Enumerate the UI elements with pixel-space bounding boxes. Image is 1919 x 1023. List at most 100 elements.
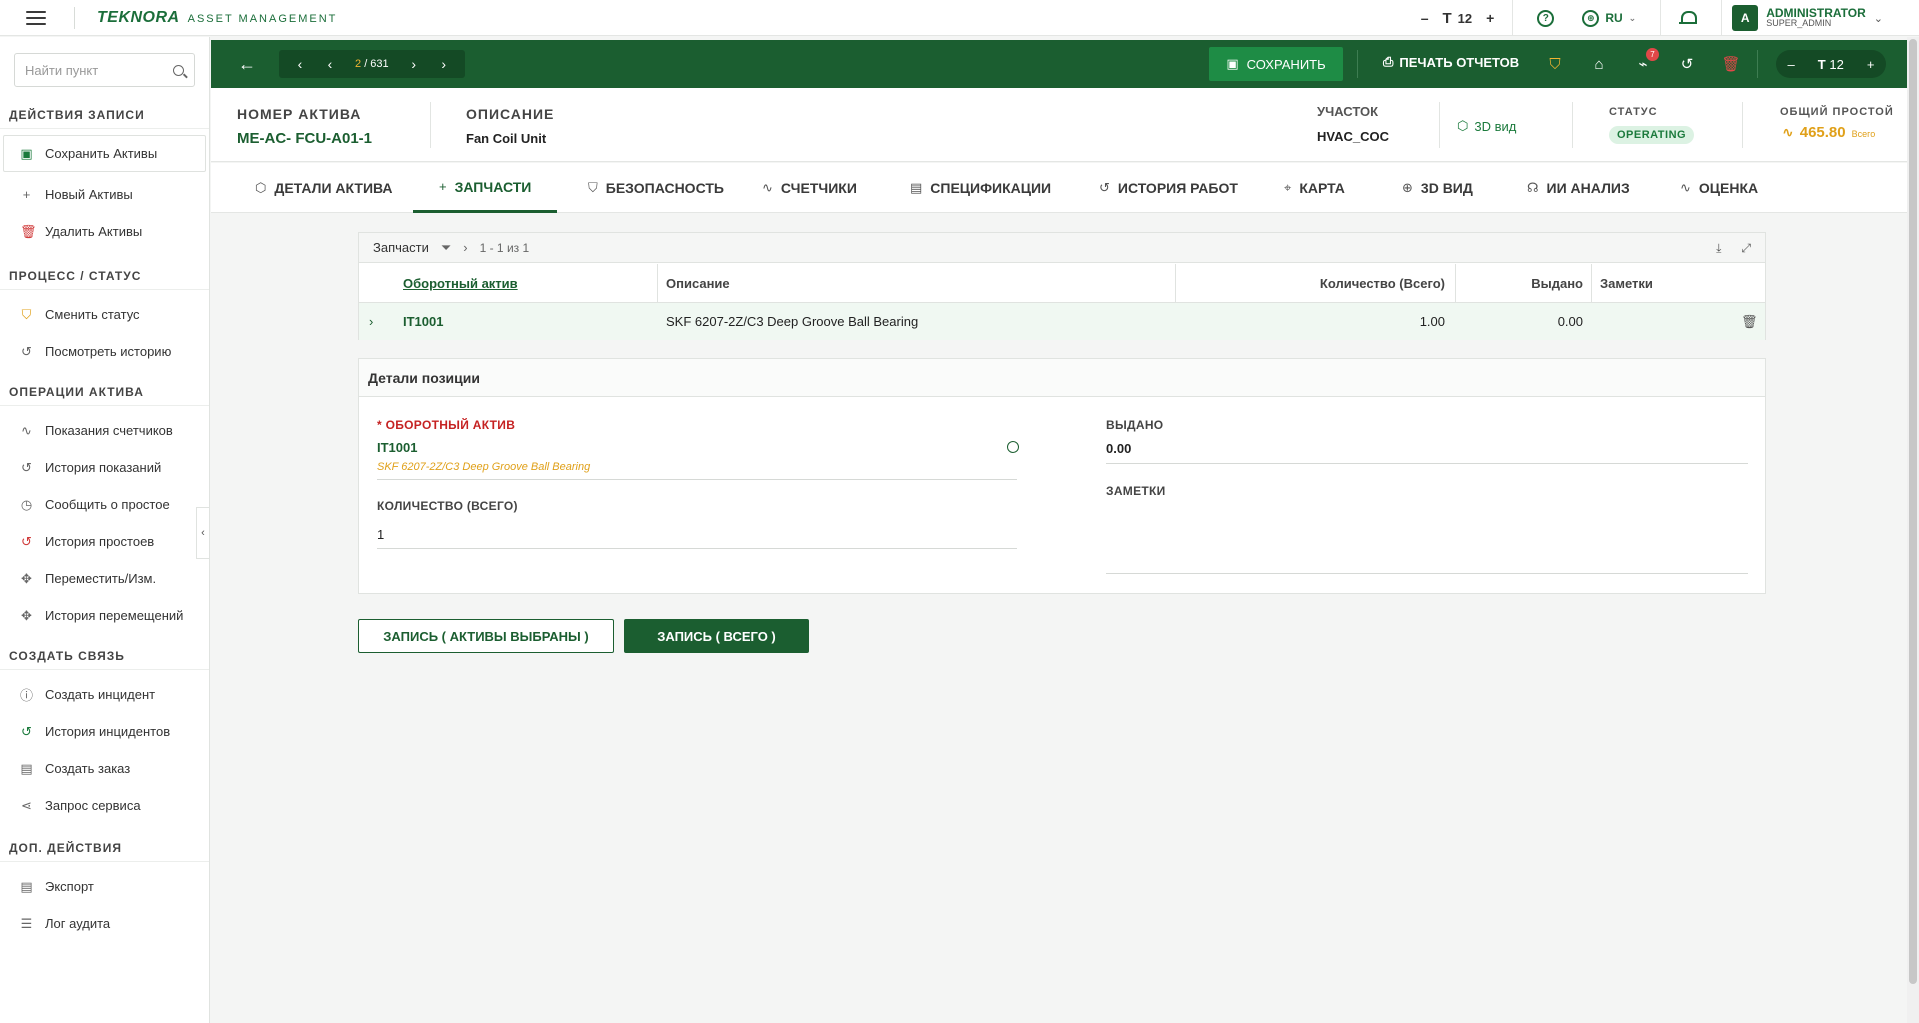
sidebar-item-incident-history[interactable]: ↺ История инцидентов [0, 713, 209, 750]
cell-issued: 0.00 [1557, 314, 1583, 329]
tab-3d-view[interactable]: ⊕ 3D ВИД [1402, 163, 1473, 213]
chevron-down-icon: ⌄ [1873, 12, 1883, 25]
brain-icon: ☊ [1527, 180, 1539, 195]
tab-specifications[interactable]: ▤ СПЕЦИФИКАЦИИ [910, 163, 1051, 213]
expand-icon[interactable]: ⤢ [1741, 241, 1751, 256]
font-decrease-button[interactable]: – [1413, 10, 1437, 26]
sidebar-item-move[interactable]: ✥ Переместить/Изм. [0, 560, 209, 597]
activity-icon: ∿ [21, 422, 32, 438]
trash-icon: 🗑 [20, 223, 37, 239]
download-icon[interactable]: ⤓ [1716, 241, 1721, 256]
column-header-description[interactable]: Описание [666, 264, 730, 302]
save-button[interactable]: ▣ СОХРАНИТЬ [1209, 47, 1343, 81]
notes-field[interactable] [1106, 507, 1748, 567]
divider [1757, 50, 1758, 78]
save-all-button[interactable]: ЗАПИСЬ ( ВСЕГО ) [624, 619, 809, 653]
row-expand-icon[interactable]: › [369, 303, 373, 341]
sidebar-collapse-button[interactable]: ‹ [196, 507, 210, 559]
next-record-button[interactable]: › [399, 56, 429, 72]
view-3d-link[interactable]: ⬡ 3D вид [1457, 118, 1516, 134]
scrollbar-thumb[interactable] [1909, 39, 1917, 984]
issued-field[interactable]: 0.00 [1106, 441, 1131, 456]
prev-record-button[interactable]: ‹ [315, 56, 345, 72]
sidebar-item-label: Сообщить о простое [45, 497, 170, 512]
grid-count: 1 - 1 из 1 [479, 240, 530, 255]
sidebar-item-view-history[interactable]: ↺ Посмотреть историю [0, 333, 209, 370]
last-record-button[interactable]: › [429, 56, 459, 72]
sidebar-item-audit-log[interactable]: ☰ Лог аудита [0, 905, 209, 942]
column-header-asset[interactable]: Оборотный актив [403, 264, 518, 302]
sidebar-item-meter-readings[interactable]: ∿ Показания счетчиков [0, 412, 209, 449]
grid-title: Запчасти [373, 240, 429, 255]
column-header-label: Описание [666, 275, 730, 291]
zoom-out-button[interactable]: – [1788, 57, 1795, 72]
tab-meters[interactable]: ∿ СЧЕТЧИКИ [762, 163, 857, 213]
sidebar-item-export[interactable]: ▤ Экспорт [0, 868, 209, 905]
back-arrow-icon[interactable]: ← [235, 54, 259, 75]
trash-icon[interactable]: 🗑 [1741, 303, 1758, 341]
sidebar-item-delete[interactable]: 🗑 Удалить Активы [0, 213, 209, 250]
save-icon: ▣ [20, 145, 33, 161]
cube-icon: ⬡ [255, 180, 267, 195]
font-increase-button[interactable]: + [1478, 10, 1502, 26]
table-row[interactable]: › IT1001 SKF 6207-2Z/C3 Deep Groove Ball… [359, 302, 1765, 340]
search-input[interactable]: Найти пункт [14, 53, 195, 87]
table-header: Оборотный актив Описание Количество (Все… [359, 264, 1765, 302]
sidebar-item-new[interactable]: + Новый Активы [0, 176, 209, 213]
trash-icon[interactable]: 🗑 [1721, 54, 1741, 74]
save-selected-button[interactable]: ЗАПИСЬ ( АКТИВЫ ВЫБРАНЫ ) [358, 619, 614, 653]
tab-ai-analysis[interactable]: ☊ ИИ АНАЛИЗ [1527, 163, 1630, 213]
sidebar-item-label: Переместить/Изм. [45, 571, 157, 586]
filter-icon[interactable]: ⏷ [441, 240, 451, 256]
sidebar-item-downtime-history[interactable]: ↺ История простоев [0, 523, 209, 560]
tab-asset-details[interactable]: ⬡ ДЕТАЛИ АКТИВА [255, 163, 393, 213]
column-header-quantity[interactable]: Количество (Всего) [1185, 264, 1445, 302]
document-icon: ▤ [20, 878, 33, 894]
tab-map[interactable]: ⌖ КАРТА [1284, 163, 1345, 213]
pager-total: / 631 [364, 58, 389, 70]
tab-spare-parts[interactable]: + ЗАПЧАСТИ [413, 163, 558, 213]
sidebar-item-report-downtime[interactable]: ◷ Сообщить о простое [0, 486, 209, 523]
font-size-value: 12 [1457, 10, 1473, 26]
tag-icon[interactable]: ⌂ [1589, 54, 1609, 74]
field-underline [1106, 463, 1748, 464]
sidebar-item-label: Запрос сервиса [45, 798, 141, 813]
first-record-button[interactable]: ‹ [285, 56, 315, 72]
sidebar-item-label: История показаний [45, 460, 162, 475]
divider [1439, 102, 1440, 148]
menu-icon[interactable] [26, 10, 46, 25]
sidebar-item-create-order[interactable]: ▤ Создать заказ [0, 750, 209, 787]
quantity-field[interactable]: 1 [377, 527, 384, 542]
bell-icon[interactable] [1679, 10, 1698, 26]
activity-icon: ∿ [1680, 180, 1691, 195]
tab-safety[interactable]: ⛉ БЕЗОПАСНОСТЬ [588, 163, 724, 213]
brand-logo: TEKNORA [97, 8, 180, 26]
sidebar-item-reading-history[interactable]: ↺ История показаний [0, 449, 209, 486]
scrollbar[interactable] [1907, 37, 1919, 1023]
tab-rating[interactable]: ∿ ОЦЕНКА [1680, 163, 1758, 213]
help-icon[interactable]: ? [1537, 9, 1555, 27]
zoom-in-button[interactable]: + [1867, 57, 1875, 72]
language-selector[interactable]: ⊕ RU ⌄ [1582, 9, 1636, 27]
column-header-notes[interactable]: Заметки [1600, 264, 1653, 302]
user-menu[interactable]: A ADMINISTRATOR SUPER_ADMIN ⌄ [1732, 5, 1883, 31]
tab-label: СЧЕТЧИКИ [780, 180, 857, 196]
sidebar-item-service-request[interactable]: ⋖ Запрос сервиса [0, 787, 209, 824]
sidebar-item-change-status[interactable]: ⛉ Сменить статус [0, 296, 209, 333]
shield-icon[interactable]: ⛉ [1545, 54, 1565, 74]
asset-field-value[interactable]: IT1001 [377, 440, 417, 455]
section-asset-ops: ОПЕРАЦИИ АКТИВА [0, 378, 209, 406]
sidebar-item-save[interactable]: ▣ Сохранить Активы [3, 135, 206, 172]
history-icon[interactable]: ↺ [1677, 54, 1697, 74]
divider [1357, 50, 1358, 78]
sidebar-item-create-incident[interactable]: ⓘ Создать инцидент [0, 676, 209, 713]
search-icon[interactable] [1007, 441, 1019, 453]
sidebar-item-move-history[interactable]: ✥ История перемещений [0, 597, 209, 634]
tab-work-history[interactable]: ↺ ИСТОРИЯ РАБОТ [1099, 163, 1238, 213]
sidebar: Найти пункт ДЕЙСТВИЯ ЗАПИСИ ▣ Сохранить … [0, 37, 210, 1023]
chevron-right-icon[interactable]: › [463, 240, 467, 255]
column-header-issued[interactable]: Выдано [1465, 264, 1583, 302]
divider [430, 102, 431, 148]
attachment-icon[interactable]: ⌁ 7 [1633, 48, 1659, 74]
print-reports-button[interactable]: ⎙ ПЕЧАТЬ ОТЧЕТОВ [1383, 54, 1519, 70]
